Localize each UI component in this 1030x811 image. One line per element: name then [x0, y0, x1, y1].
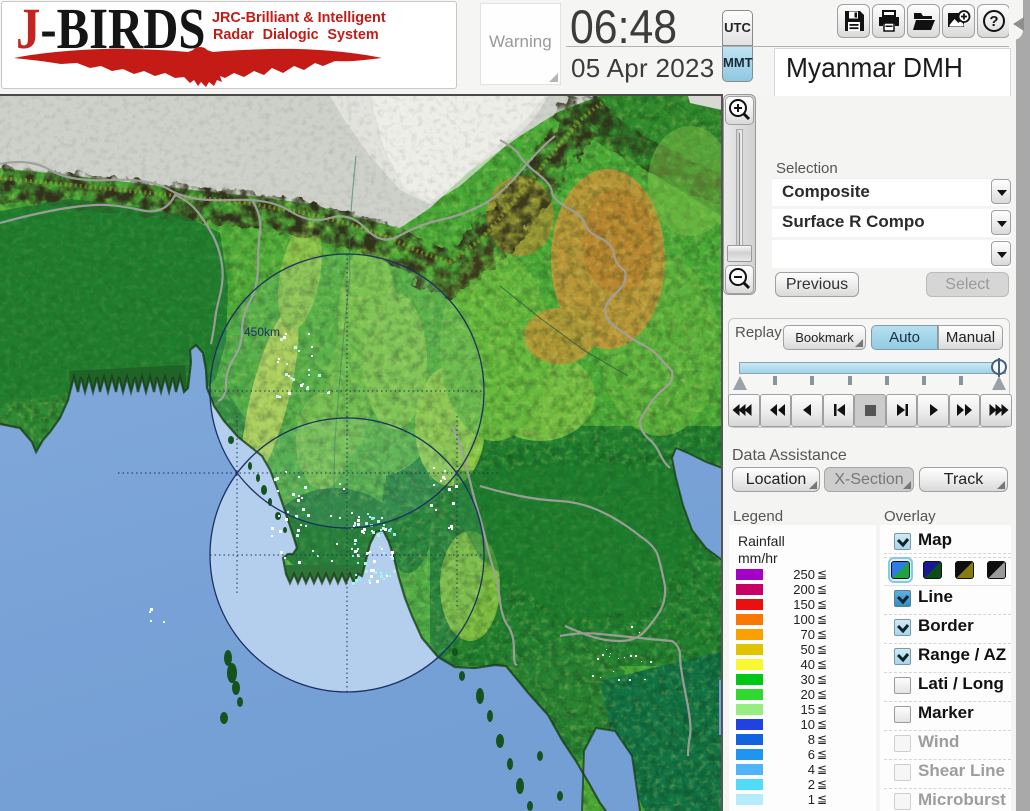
svg-text:?: ?: [989, 13, 998, 30]
svg-text:450km: 450km: [244, 325, 280, 339]
